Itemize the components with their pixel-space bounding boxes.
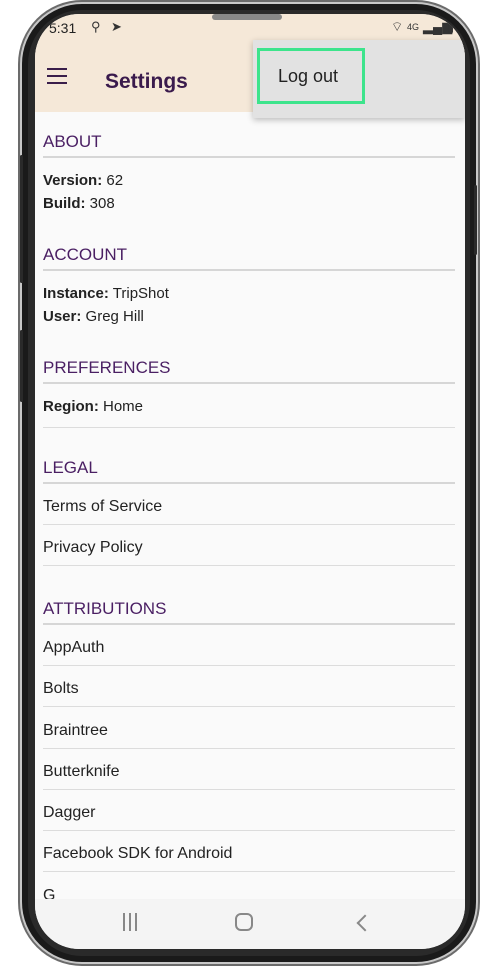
battery-icon: ▮: [447, 19, 455, 34]
logout-menu-item[interactable]: Log out: [257, 48, 365, 104]
recents-icon[interactable]: [123, 913, 139, 931]
system-nav-bar: [35, 899, 465, 949]
overflow-menu: Log out: [253, 40, 465, 118]
bixby-button: [20, 330, 23, 402]
back-icon[interactable]: [353, 913, 373, 933]
attribution-item-braintree[interactable]: Braintree: [43, 722, 455, 749]
build-value: 308: [89, 195, 115, 212]
earpiece-speaker: [212, 14, 282, 20]
attribution-item-butterknife[interactable]: Butterknife: [43, 763, 455, 790]
status-time: 5:31: [49, 20, 77, 36]
attribution-item-dagger[interactable]: Dagger: [43, 804, 455, 831]
region-label: Region:: [43, 398, 99, 415]
user-line: User: Greg Hill: [43, 308, 144, 325]
page-title: Settings: [105, 70, 188, 93]
section-header-attributions: ATTRIBUTIONS: [43, 599, 455, 625]
app-bar: Settings Log out: [35, 40, 465, 118]
location-icon: ⚲: [91, 19, 101, 34]
home-icon[interactable]: [235, 913, 253, 931]
power-button: [474, 185, 477, 255]
section-header-preferences: PREFERENCES: [43, 358, 455, 384]
wifi-icon: ⌔: [391, 19, 404, 34]
build-label: Build:: [43, 195, 86, 212]
instance-value: TripShot: [112, 285, 169, 302]
version-label: Version:: [43, 172, 103, 189]
legal-item-privacy-policy[interactable]: Privacy Policy: [43, 539, 455, 566]
build-line: Build: 308: [43, 195, 115, 212]
attribution-item-appauth[interactable]: AppAuth: [43, 639, 455, 666]
attribution-item-g[interactable]: G: [43, 887, 455, 899]
screen: 5:31 ⚲ ➤ ⌔ 4G ▂▄▆ ▮ Settings Log out ABO…: [35, 14, 465, 949]
attribution-item-bolts[interactable]: Bolts: [43, 680, 455, 707]
version-line: Version: 62: [43, 172, 123, 189]
hamburger-menu-icon[interactable]: [43, 60, 75, 92]
signal-text: 4G: [407, 22, 420, 32]
navigation-arrow-icon: ➤: [111, 19, 122, 34]
user-label: User:: [43, 308, 82, 325]
region-line[interactable]: Region: Home: [43, 398, 143, 415]
version-value: 62: [106, 172, 124, 189]
attribution-item-facebook-sdk[interactable]: Facebook SDK for Android: [43, 845, 455, 872]
region-value: Home: [103, 398, 144, 415]
user-value: Greg Hill: [85, 308, 144, 325]
instance-line: Instance: TripShot: [43, 285, 169, 302]
volume-button: [20, 155, 23, 283]
section-header-about: ABOUT: [43, 132, 455, 158]
settings-list: ABOUT Version: 62 Build: 308 ACCOUNT Ins…: [35, 112, 465, 899]
preferences-divider: [43, 427, 455, 428]
instance-label: Instance:: [43, 285, 109, 302]
legal-item-terms-of-service[interactable]: Terms of Service: [43, 498, 455, 525]
section-header-account: ACCOUNT: [43, 245, 455, 271]
section-header-legal: LEGAL: [43, 458, 455, 484]
